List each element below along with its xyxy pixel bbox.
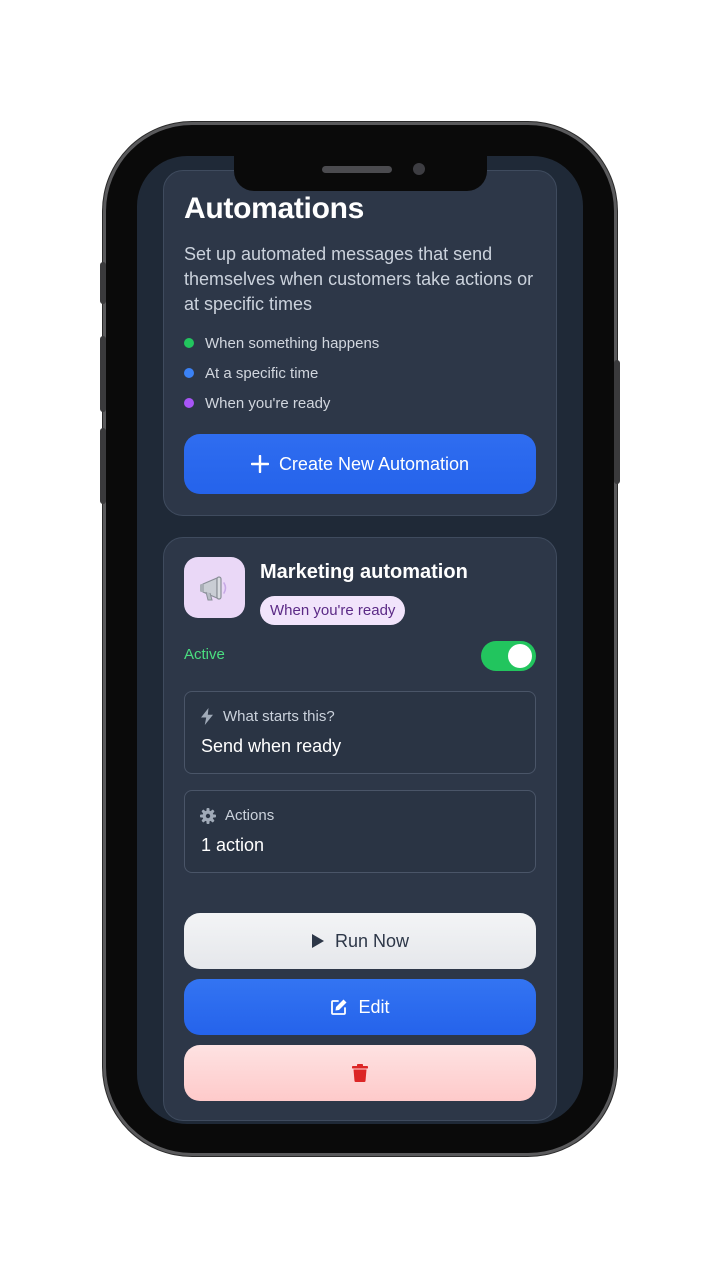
trigger-legend-item: When something happens [184,333,379,353]
actions-info-label-row: Actions [200,807,274,824]
trigger-info-label: What starts this? [223,708,335,725]
mute-switch [100,262,106,304]
active-toggle[interactable] [481,641,536,671]
trigger-info-box: What starts this? Send when ready [184,691,536,774]
delete-button[interactable] [184,1045,536,1101]
volume-up-button [100,336,106,412]
trigger-legend-item: When you're ready [184,393,330,413]
create-automation-button[interactable]: Create New Automation [184,434,536,494]
blue-dot-icon [184,368,194,378]
lightning-icon [201,708,213,725]
run-now-button[interactable]: Run Now [184,913,536,969]
trigger-info-value: Send when ready [201,736,342,756]
toggle-knob [508,644,532,668]
page-description: Set up automated messages that send them… [184,244,534,314]
gear-icon [200,807,216,824]
play-icon [311,934,324,948]
actions-info-label: Actions [225,807,275,824]
trigger-info-label-row: What starts this? [200,708,335,725]
megaphone-icon [199,575,226,600]
run-now-label: Run Now [334,930,410,951]
page-title: Automations [184,192,365,225]
trigger-legend-label: When something happens [205,334,380,352]
plus-icon [250,455,269,473]
power-button [614,360,620,484]
edit-label: Edit [358,996,390,1017]
actions-info-box: Actions 1 action [184,790,536,873]
trash-icon [352,1064,368,1082]
speaker [322,166,392,173]
purple-dot-icon [184,398,194,408]
trigger-legend-label: At a specific time [205,364,319,382]
notch [234,156,487,191]
edit-icon [331,999,347,1015]
automation-icon-tile [184,557,245,618]
automation-name: Marketing automation [260,561,468,583]
volume-down-button [100,428,106,504]
edit-button[interactable]: Edit [184,979,536,1035]
actions-info-value: 1 action [201,835,265,855]
green-dot-icon [184,338,194,348]
trigger-legend-item: At a specific time [184,363,318,383]
trigger-type-badge: When you're ready [260,596,406,625]
trigger-legend-label: When you're ready [205,394,331,412]
camera [413,163,425,175]
create-automation-label: Create New Automation [278,453,470,474]
status-label: Active [184,646,225,663]
